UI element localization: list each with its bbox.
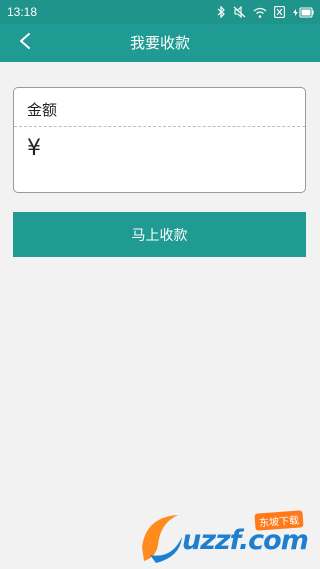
wifi-icon — [253, 7, 267, 18]
card-divider — [14, 126, 305, 127]
collect-payment-button[interactable]: 马上收款 — [13, 212, 306, 257]
amount-card: 金额 ¥ — [13, 87, 306, 193]
amount-input[interactable] — [54, 134, 294, 166]
sim-icon — [274, 6, 285, 18]
status-time: 13:18 — [7, 5, 38, 19]
page-title: 我要收款 — [129, 34, 190, 52]
status-bar: 13:18 — [0, 0, 320, 24]
currency-symbol: ¥ — [27, 136, 41, 161]
watermark-text: uzzf.com — [182, 525, 309, 556]
watermark-logo: uzzf.com 东坡下载 — [136, 507, 316, 565]
watermark-badge: 东坡下载 — [254, 510, 304, 531]
mute-icon — [233, 6, 246, 18]
amount-label: 金额 — [27, 101, 58, 119]
bluetooth-icon — [217, 6, 226, 18]
nav-bar: 我要收款 — [0, 24, 320, 62]
battery-icon — [292, 6, 314, 18]
status-icons — [217, 6, 314, 18]
